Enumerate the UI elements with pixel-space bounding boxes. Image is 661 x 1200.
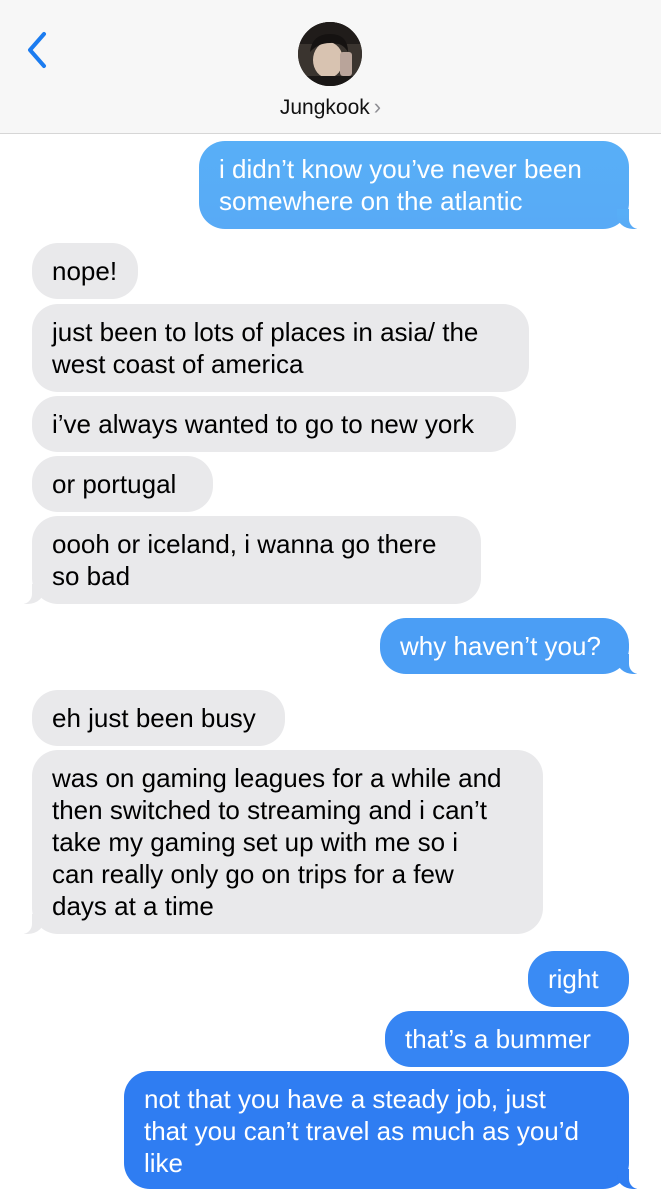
message-line: like (144, 1148, 184, 1178)
message-line: that you can’t travel as much as you’d (144, 1116, 580, 1146)
contact-name-button[interactable]: Jungkook › (0, 94, 661, 120)
message-line: was on gaming leagues for a while and (52, 763, 502, 793)
message-bubble-incoming[interactable]: was on gaming leagues for a while and th… (18, 750, 543, 934)
message-bubble-outgoing[interactable]: not that you have a steady job, just tha… (124, 1071, 643, 1189)
message-line: or portugal (52, 469, 177, 499)
message-bubble-incoming[interactable]: or portugal (32, 456, 213, 512)
message-line: i’ve always wanted to go to new york (52, 409, 474, 439)
message-line: oooh or iceland, i wanna go there (52, 529, 437, 559)
message-line: can really only go on trips for a few (52, 859, 454, 889)
message-bubble-incoming[interactable]: nope! (32, 243, 138, 299)
message-line: somewhere on the atlantic (219, 186, 523, 216)
avatar[interactable] (298, 22, 362, 86)
message-bubble-incoming[interactable]: i’ve always wanted to go to new york (32, 396, 516, 452)
message-bubble-outgoing[interactable]: right (528, 951, 629, 1007)
message-line: take my gaming set up with me so i (52, 827, 459, 857)
message-line: just been to lots of places in asia/ the (52, 317, 479, 347)
message-bubble-outgoing[interactable]: that’s a bummer (385, 1011, 629, 1067)
back-button[interactable] (22, 30, 54, 70)
message-line: not that you have a steady job, just (144, 1084, 546, 1114)
message-bubble-outgoing[interactable]: i didn’t know you’ve never been somewher… (199, 141, 643, 229)
chevron-right-icon: › (373, 94, 382, 119)
message-line: eh just been busy (52, 703, 256, 733)
message-bubble-incoming[interactable]: oooh or iceland, i wanna go there so bad (18, 516, 481, 604)
message-line: then switched to streaming and i can’t (52, 795, 488, 825)
message-line: nope! (52, 256, 118, 286)
conversation-header: Jungkook › (0, 0, 661, 134)
message-line: that’s a bummer (405, 1024, 591, 1054)
message-bubble-outgoing[interactable]: why haven’t you? (380, 618, 643, 674)
message-bubble-incoming[interactable]: eh just been busy (32, 690, 285, 746)
avatar-photo-icon (298, 22, 362, 86)
message-line: why haven’t you? (400, 631, 601, 661)
message-line: so bad (52, 561, 131, 591)
contact-name: Jungkook (279, 96, 370, 119)
message-bubble-incoming[interactable]: just been to lots of places in asia/ the… (32, 304, 529, 392)
message-line: days at a time (52, 891, 214, 921)
chevron-left-icon (28, 32, 46, 68)
message-line: right (548, 964, 599, 994)
message-line: west coast of america (52, 349, 304, 379)
message-line: i didn’t know you’ve never been (219, 154, 582, 184)
